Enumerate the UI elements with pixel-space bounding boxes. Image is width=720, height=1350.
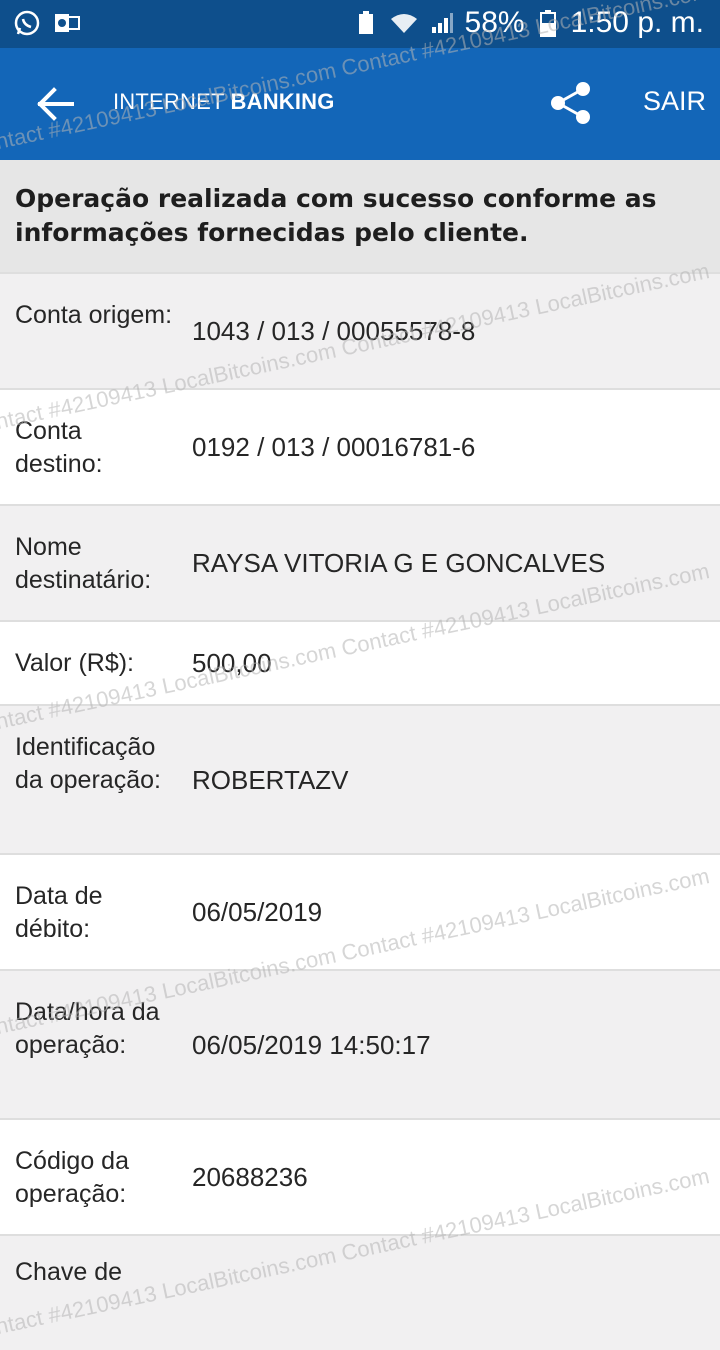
clock: 1:50 p. m. [570,6,704,39]
arrow-left-icon [37,87,74,121]
battery-saver-icon [351,8,381,38]
row-valor: Valor (R$): 500,00 [0,622,720,706]
row-label: Conta destino: [15,417,103,478]
row-value: RAYSA VITORIA G E GONCALVES [192,548,606,578]
app-header: INTERNET BANKING SAIR [0,48,720,160]
signal-icon [427,8,457,38]
status-bar: 58% 1:50 p. m. [0,0,720,48]
row-value: ROBERTAZV [192,765,349,795]
row-label: Identificação da operação: [15,733,161,794]
back-button[interactable] [30,80,82,128]
wifi-icon [389,8,419,38]
share-icon [551,82,590,124]
row-label: Data de débito: [15,882,103,943]
row-chave: Chave de [0,1236,720,1286]
row-conta-destino: Conta destino: 0192 / 013 / 00016781-6 [0,390,720,506]
row-nome-destinatario: Nome destinatário: RAYSA VITORIA G E GON… [0,506,720,622]
row-identificacao: Identificação da operação: ROBERTAZV [0,706,720,855]
row-label: Conta origem: [15,301,173,329]
outlook-icon [52,8,82,38]
row-value: 06/05/2019 14:50:17 [192,1030,431,1060]
row-label: Código da operação: [15,1147,129,1208]
row-data-hora: Data/hora da operação: 06/05/2019 14:50:… [0,971,720,1120]
row-value: 06/05/2019 [192,897,323,927]
whatsapp-icon [12,8,42,38]
row-value: 0192 / 013 / 00016781-6 [192,432,476,462]
row-value: 20688236 [192,1162,308,1192]
success-message: Operação realizada com sucesso conforme … [15,184,657,247]
row-value: 1043 / 013 / 00055578-8 [192,316,476,346]
row-label: Valor (R$): [15,649,135,677]
row-codigo: Código da operação: 20688236 [0,1120,720,1236]
share-button[interactable] [548,80,594,126]
app-title: INTERNET BANKING [113,89,335,115]
battery-icon [533,8,563,38]
app-title-light: INTERNET [113,89,225,114]
row-conta-origem: Conta origem: 1043 / 013 / 00055578-8 [0,274,720,390]
success-message-panel: Operação realizada com sucesso conforme … [0,160,720,274]
row-label: Data/hora da operação: [15,998,160,1059]
battery-percent: 58% [464,6,525,39]
row-data-debito: Data de débito: 06/05/2019 [0,855,720,971]
row-label: Chave de [15,1258,123,1286]
row-label: Nome destinatário: [15,533,152,594]
exit-button[interactable]: SAIR [643,86,706,117]
row-value: 500,00 [192,648,272,678]
app-title-bold: BANKING [230,89,335,114]
